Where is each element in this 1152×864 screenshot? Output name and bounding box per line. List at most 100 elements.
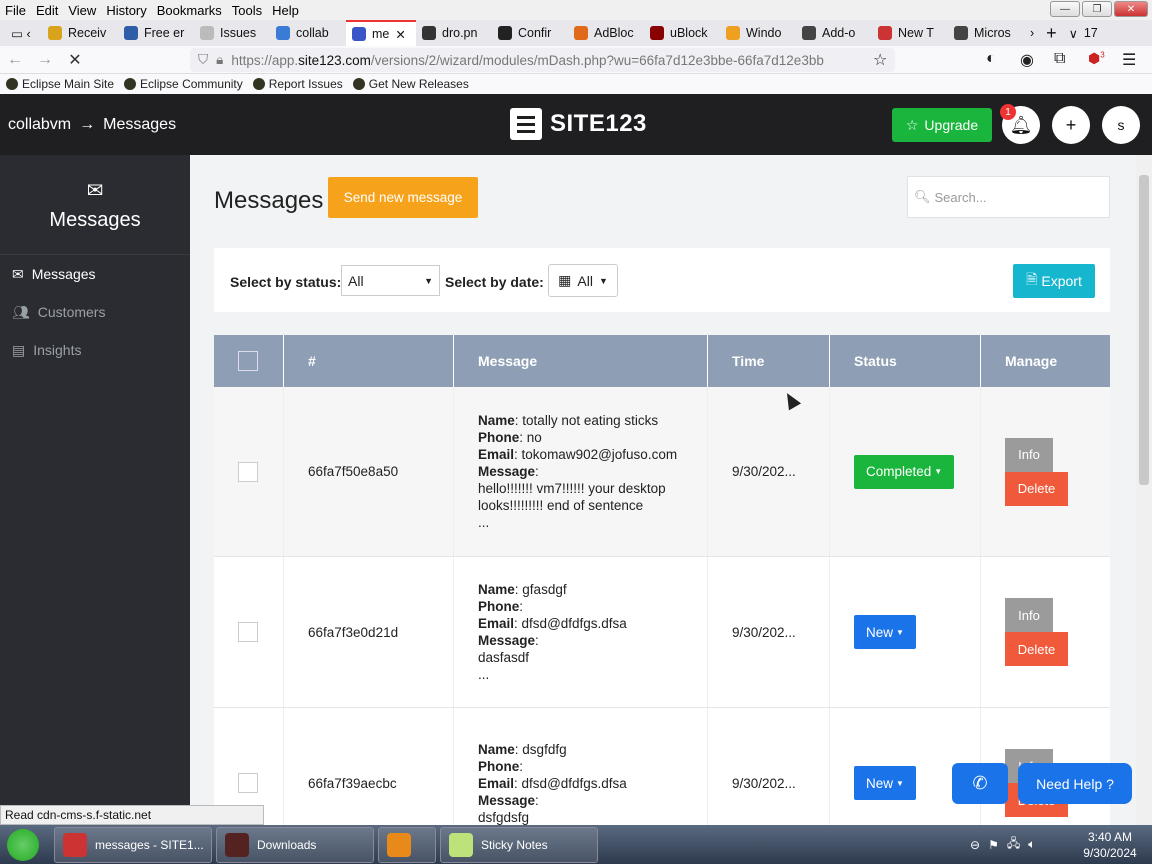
privacy-icon[interactable]: ◐ [986, 50, 996, 68]
ublock-icon[interactable]: ⬢3 [1088, 50, 1105, 67]
browser-tab[interactable]: Issues [194, 20, 270, 46]
browser-menu-bar: File Edit View History Bookmarks Tools H… [0, 0, 1152, 20]
bookmark-get-new-releases[interactable]: Get New Releases [352, 77, 469, 91]
bookmark-eclipse-main[interactable]: Eclipse Main Site [6, 77, 114, 91]
delete-button[interactable]: Delete [1005, 471, 1068, 506]
tab-label: dro.pn [442, 26, 478, 40]
tray-network-icon[interactable]: 🖧︎ [1007, 834, 1020, 855]
header-message[interactable]: Message [454, 335, 708, 387]
sender-email: dfsd@dfdfgs.dfsa [521, 775, 627, 791]
browser-tab[interactable]: dro.pn [416, 20, 492, 46]
date-select[interactable]: ▦ All ▼ [548, 264, 618, 297]
avatar[interactable]: s [1102, 106, 1140, 144]
tab-favicon-icon [352, 27, 366, 41]
bookmark-eclipse-community[interactable]: Eclipse Community [124, 77, 243, 91]
message-label: Message [478, 464, 536, 479]
status-select[interactable]: All ▼ [341, 265, 440, 296]
status-dropdown-button[interactable]: Completed ▼ [854, 454, 955, 489]
browser-tab[interactable]: me ✕ [346, 20, 416, 46]
add-button[interactable]: + [1052, 106, 1090, 144]
browser-tab[interactable]: Receiv [42, 20, 118, 46]
tab-bar: ▭ ‹ Receiv Free er Issues collab me ✕ dro.pn Co… [0, 20, 1152, 46]
lock-icon[interactable]: 🔒︎ [216, 52, 223, 68]
header-status[interactable]: Status [830, 335, 981, 387]
bookmark-star-icon[interactable]: ☆ [873, 50, 887, 70]
close-window-button[interactable]: ✕ [1114, 1, 1148, 17]
export-button[interactable]: 🗎︎ Export [1013, 264, 1095, 298]
info-button[interactable]: Info [1005, 598, 1053, 632]
date-filter-label: Select by date: [445, 274, 544, 290]
menu-history[interactable]: History [101, 3, 151, 18]
maximize-button[interactable]: ❐ [1082, 1, 1112, 17]
tab-overview-icon[interactable]: ▭ ‹ [0, 20, 42, 46]
bookmark-report-issues[interactable]: Report Issues [252, 77, 343, 91]
menu-edit[interactable]: Edit [31, 3, 63, 18]
message-body-line: looks!!!!!!!!! end of sentence [478, 498, 644, 513]
tray-flag-icon[interactable]: ⚑ [988, 838, 999, 852]
row-checkbox[interactable] [238, 622, 258, 642]
menu-hamburger-icon[interactable]: ☰ [1122, 50, 1136, 70]
account-icon[interactable]: ◉ [1020, 50, 1034, 70]
tray-volume-icon[interactable]: 🔈︎ [1028, 837, 1035, 852]
send-new-message-button[interactable]: Send new message [328, 177, 478, 218]
need-help-button[interactable]: Need Help ? [1018, 763, 1132, 804]
browser-tab[interactable]: Add-o [796, 20, 872, 46]
shield-icon[interactable]: ⛉ [198, 52, 208, 68]
status-dropdown-button[interactable]: New ▼ [854, 615, 916, 649]
minimize-button[interactable]: — [1050, 1, 1080, 17]
url-bar[interactable]: ⛉ 🔒︎ https://app.site123.com/versions/2/… [190, 48, 895, 72]
tab-scroll-right-icon[interactable]: › [1024, 20, 1040, 46]
delete-button[interactable]: Delete [1005, 632, 1068, 666]
header-id[interactable]: # [284, 335, 454, 387]
tab-list-button[interactable]: ∨ 17 [1063, 20, 1104, 46]
taskbar-item-browser[interactable]: messages - SITE1... [54, 827, 212, 863]
select-all-checkbox[interactable] [238, 351, 258, 371]
start-button[interactable] [0, 825, 46, 864]
browser-tab[interactable]: Micros [948, 20, 1024, 46]
upgrade-button[interactable]: ☆ Upgrade [892, 108, 992, 142]
browser-tab[interactable]: uBlock [644, 20, 720, 46]
browser-tab[interactable]: New T [872, 20, 948, 46]
browser-tab[interactable]: Free er [118, 20, 194, 46]
stop-loading-icon[interactable]: ✕ [60, 50, 90, 70]
taskbar-item-downloads[interactable]: Downloads [216, 827, 374, 863]
forward-icon[interactable]: → [30, 51, 60, 69]
sender-name: dsgfdfg [522, 741, 567, 757]
page-scrollbar[interactable] [1136, 155, 1152, 825]
status-dropdown-button[interactable]: New ▼ [854, 766, 916, 800]
browser-tab[interactable]: collab [270, 20, 346, 46]
scrollbar-thumb[interactable] [1139, 175, 1149, 485]
tray-info-icon[interactable]: ⊖ [970, 838, 980, 852]
info-button[interactable]: Info [1005, 437, 1053, 472]
sidebar-item-customers[interactable]: 👥︎ Customers [0, 293, 190, 331]
breadcrumb-site[interactable]: collabvm [8, 116, 71, 134]
menu-file[interactable]: File [0, 3, 31, 18]
menu-tools[interactable]: Tools [227, 3, 267, 18]
extensions-icon[interactable]: ⧉ [1054, 50, 1065, 68]
site123-logo[interactable]: SITE123 [510, 108, 647, 140]
taskbar-item-sticky-notes[interactable]: Sticky Notes [440, 827, 598, 863]
message-body-line: hello!!!!!!! vm7!!!!!! your desktop [478, 481, 666, 496]
browser-tab[interactable]: Windo [720, 20, 796, 46]
sidebar-item-messages[interactable]: ✉ Messages [0, 255, 190, 293]
message-body-line: ... [478, 515, 490, 530]
close-tab-icon[interactable]: ✕ [395, 27, 405, 42]
search-input[interactable]: 🔍︎ Search... [907, 176, 1110, 218]
caret-down-icon: ▼ [598, 275, 608, 286]
browser-tab[interactable]: AdBloc [568, 20, 644, 46]
back-icon[interactable]: ← [0, 51, 30, 69]
browser-tab[interactable]: Confir [492, 20, 568, 46]
new-tab-button[interactable]: + [1040, 20, 1063, 46]
menu-view[interactable]: View [63, 3, 101, 18]
menu-bookmarks[interactable]: Bookmarks [152, 3, 227, 18]
header-time[interactable]: Time [708, 335, 830, 387]
sidebar: ✉ Messages ✉ Messages 👥︎ Customers ▤ Insigh… [0, 155, 190, 825]
url-domain: site123.com [298, 52, 371, 68]
menu-help[interactable]: Help [267, 3, 304, 18]
row-checkbox[interactable] [238, 461, 258, 482]
sidebar-item-insights[interactable]: ▤ Insights [0, 331, 190, 369]
taskbar-item-media[interactable] [378, 827, 436, 863]
row-checkbox[interactable] [238, 773, 258, 793]
taskbar-clock[interactable]: 3:40 AM 9/30/2024 [1070, 829, 1150, 861]
call-button[interactable]: ✆ [952, 763, 1008, 804]
